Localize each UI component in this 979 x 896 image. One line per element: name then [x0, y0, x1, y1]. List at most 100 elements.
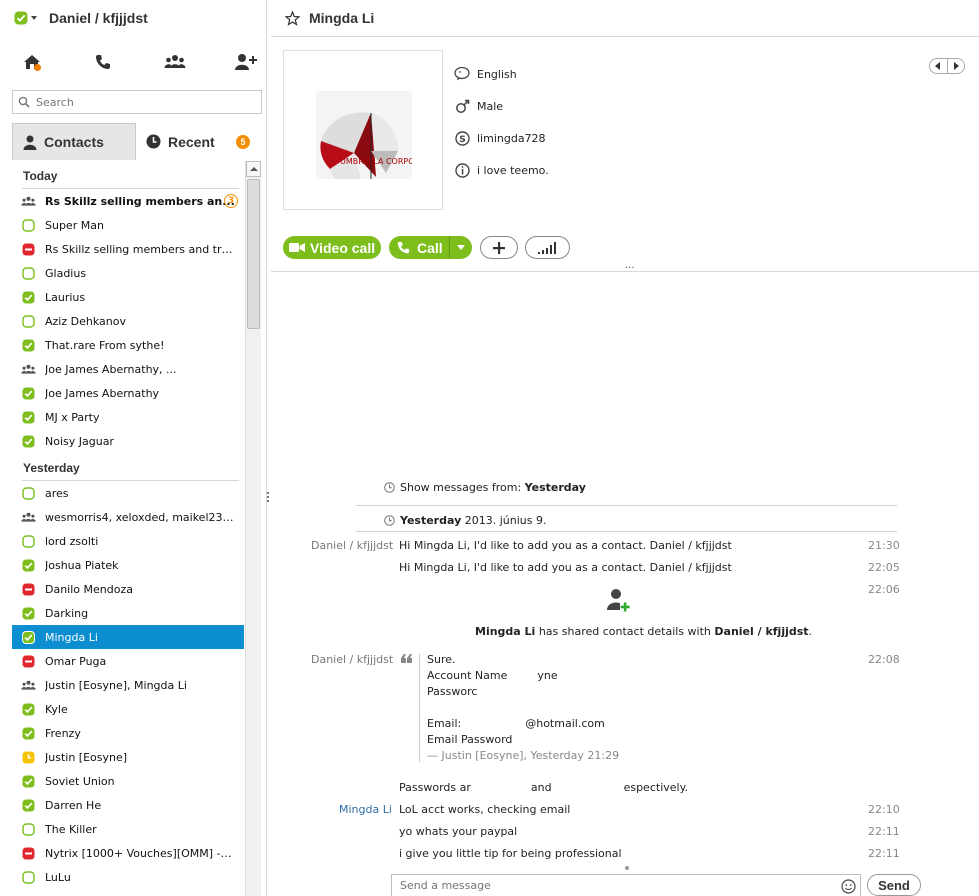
- scroll-up-button[interactable]: [246, 161, 261, 177]
- show-messages-from[interactable]: Show messages from: Yesterday: [384, 481, 586, 494]
- avatar-image: UMBRELLA CORPO: [316, 91, 412, 179]
- panel-splitter-handle[interactable]: [267, 492, 270, 506]
- list-item[interactable]: Rs Skillz selling members and tribot VIP…: [12, 237, 244, 261]
- mood-value: i love teemo.: [477, 163, 549, 177]
- list-item[interactable]: Frenzy: [12, 721, 244, 745]
- home-button[interactable]: [20, 50, 44, 74]
- account-name[interactable]: Daniel / kfjjjdst: [49, 10, 148, 26]
- search-icon: [18, 96, 30, 108]
- pager-prev-button[interactable]: [930, 59, 947, 73]
- search-box[interactable]: [12, 90, 262, 114]
- passwords-part-c: espectively.: [623, 781, 689, 794]
- speech-bubble-icon: ": [454, 66, 470, 82]
- list-item[interactable]: Omar Puga: [12, 649, 244, 673]
- message-composer[interactable]: [391, 874, 861, 896]
- message-text: Passwords ar and espectively.: [399, 781, 688, 794]
- list-item[interactable]: Joshua Piatek: [12, 553, 244, 577]
- message-sender[interactable]: Daniel / kfjjjdst: [311, 653, 393, 666]
- shared-from[interactable]: Mingda Li: [475, 625, 535, 638]
- call-phone-button[interactable]: [91, 50, 115, 74]
- list-item[interactable]: Joe James Abernathy: [12, 381, 244, 405]
- quote-account-label: Account Name: [427, 669, 508, 682]
- list-item[interactable]: Joe James Abernathy, ...: [12, 357, 244, 381]
- add-contact-button[interactable]: [234, 50, 258, 74]
- list-item[interactable]: LuLu: [12, 865, 244, 889]
- call-button-group: Call: [389, 236, 472, 259]
- list-scrollbar[interactable]: [245, 161, 261, 896]
- list-item-label: Rs Skillz selling members an...: [45, 194, 235, 208]
- skype-name-value: limingda728: [477, 131, 546, 145]
- gender-value: Male: [477, 99, 504, 113]
- call-button[interactable]: Call: [389, 236, 449, 259]
- list-item-label: MJ x Party: [45, 410, 100, 424]
- nav-toolbar: [12, 50, 264, 80]
- pager-next-button[interactable]: [947, 59, 964, 73]
- profile-pager: [929, 58, 965, 74]
- list-item[interactable]: Soviet Union: [12, 769, 244, 793]
- call-options-dropdown[interactable]: [449, 236, 472, 259]
- account-status-icon[interactable]: [14, 11, 28, 25]
- status-online-icon: [21, 630, 36, 644]
- list-item[interactable]: MJ x Party: [12, 405, 244, 429]
- chevron-down-icon[interactable]: [31, 16, 37, 20]
- message-time: 22:11: [868, 825, 900, 838]
- list-item-label: Darren He: [45, 798, 102, 812]
- day-label: Yesterday: [400, 514, 462, 527]
- list-item[interactable]: Gladius: [12, 261, 244, 285]
- quote-email-label: Email:: [427, 717, 462, 730]
- star-icon[interactable]: [285, 10, 300, 26]
- contacts-group-button[interactable]: [163, 50, 187, 74]
- list-item[interactable]: Laurius: [12, 285, 244, 309]
- add-to-call-button[interactable]: [480, 236, 518, 259]
- list-item[interactable]: That.rare From sythe!: [12, 333, 244, 357]
- list-item[interactable]: The Killer: [12, 817, 244, 841]
- shared-to[interactable]: Daniel / kfjjjdst: [714, 625, 808, 638]
- resize-handle[interactable]: ···: [625, 264, 635, 274]
- contact-title: Mingda Li: [309, 10, 375, 26]
- send-button[interactable]: Send: [867, 874, 921, 896]
- scroll-thumb[interactable]: [247, 179, 260, 329]
- message-text: LoL acct works, checking email: [399, 803, 571, 816]
- status-away-icon: [21, 751, 36, 764]
- status-online-icon: [21, 703, 36, 716]
- list-item[interactable]: lord zsolti: [12, 529, 244, 553]
- list-item[interactable]: Aziz Dehkanov: [12, 309, 244, 333]
- account-bar[interactable]: Daniel / kfjjjdst: [14, 6, 148, 30]
- list-item-label: wesmorris4, xeloxded, maikel23350, ...: [45, 510, 235, 524]
- show-from-value[interactable]: Yesterday: [525, 481, 586, 494]
- signal-bars-icon: [537, 241, 556, 254]
- list-tabs: Contacts Recent 5: [12, 123, 262, 160]
- list-item[interactable]: Rs Skillz selling members an... 3: [12, 189, 244, 213]
- call-quality-button[interactable]: [525, 236, 570, 259]
- message-time: 22:10: [868, 803, 900, 816]
- status-online-icon: [21, 435, 36, 448]
- list-item[interactable]: Darking: [12, 601, 244, 625]
- list-item[interactable]: Justin [Eosyne], Mingda Li: [12, 673, 244, 697]
- emoji-icon[interactable]: [841, 879, 856, 894]
- message-sender[interactable]: Mingda Li: [339, 803, 392, 816]
- list-item[interactable]: ares: [12, 481, 244, 505]
- list-item-label: Aziz Dehkanov: [45, 314, 126, 328]
- group-chat-icon: [21, 196, 36, 207]
- list-item[interactable]: Mingda Li: [12, 625, 244, 649]
- list-item[interactable]: Danilo Mendoza: [12, 577, 244, 601]
- composer-resize-dot[interactable]: [625, 866, 629, 870]
- group-header-today: Today: [12, 161, 244, 189]
- message-text: yo whats your paypal: [399, 825, 518, 838]
- search-input[interactable]: [36, 95, 236, 109]
- list-item[interactable]: Kyle: [12, 697, 244, 721]
- list-item[interactable]: Darren He: [12, 793, 244, 817]
- tab-contacts[interactable]: Contacts: [12, 123, 136, 160]
- video-camera-icon: [289, 243, 305, 252]
- list-item[interactable]: Nytrix [1000+ Vouches][OMM] - Buyin...: [12, 841, 244, 865]
- video-call-button[interactable]: Video call: [283, 236, 381, 259]
- list-item-label: Rs Skillz selling members and tribot VIP…: [45, 242, 235, 256]
- list-item[interactable]: Justin [Eosyne]: [12, 745, 244, 769]
- list-item[interactable]: wesmorris4, xeloxded, maikel23350, ...: [12, 505, 244, 529]
- message-input[interactable]: [400, 879, 820, 892]
- message-sender[interactable]: Daniel / kfjjjdst: [311, 539, 393, 552]
- list-item[interactable]: Super Man: [12, 213, 244, 237]
- tab-recent[interactable]: Recent 5: [136, 123, 262, 160]
- video-call-label: Video call: [310, 239, 376, 256]
- list-item[interactable]: Noisy Jaguar: [12, 429, 244, 453]
